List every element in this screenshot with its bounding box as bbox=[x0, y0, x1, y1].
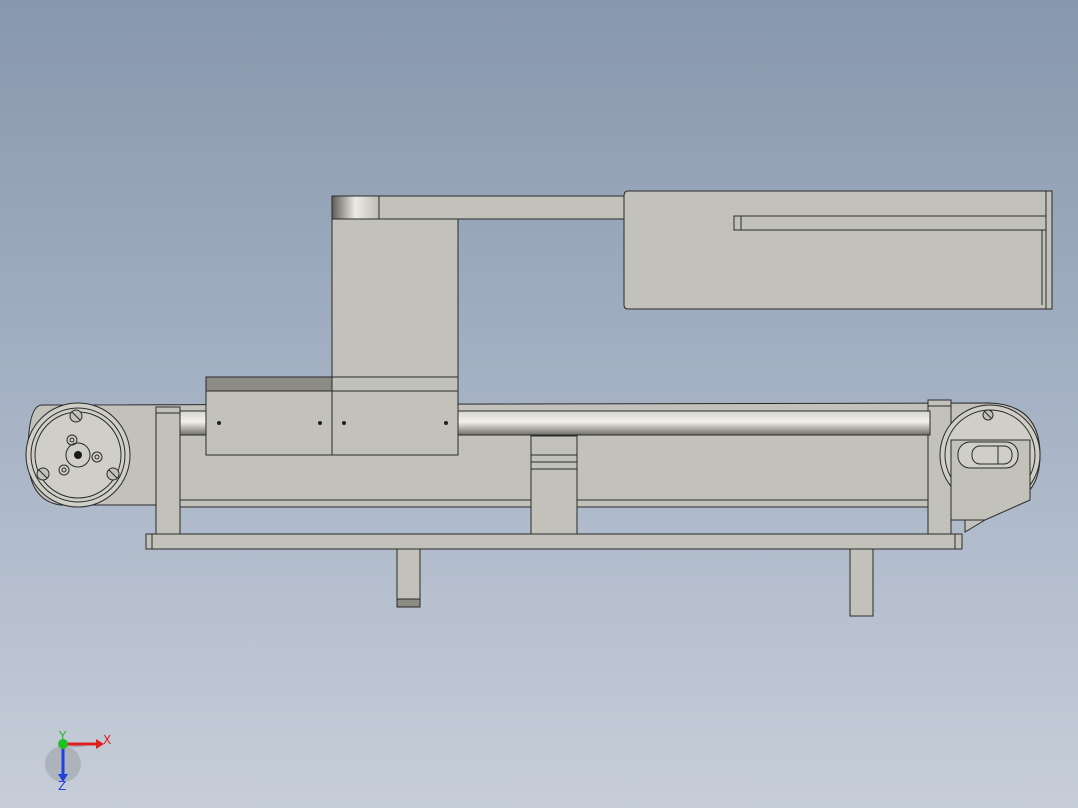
cad-viewport[interactable]: X Y Z bbox=[0, 0, 1078, 808]
center-bracket bbox=[530, 435, 578, 535]
carriage-block bbox=[205, 376, 459, 456]
x-axis-label: X bbox=[103, 733, 111, 747]
z-axis-label: Z bbox=[58, 779, 66, 793]
drive-pulley bbox=[25, 402, 131, 508]
vertical-column bbox=[331, 218, 459, 378]
support-legs bbox=[396, 548, 874, 617]
y-axis-label: Y bbox=[58, 729, 67, 743]
axis-triad: X Y Z bbox=[45, 729, 111, 793]
end-effector-plate bbox=[623, 190, 1053, 310]
idler-pulley bbox=[939, 404, 1041, 521]
conveyor-assembly-drawing: X Y Z bbox=[25, 190, 1053, 793]
